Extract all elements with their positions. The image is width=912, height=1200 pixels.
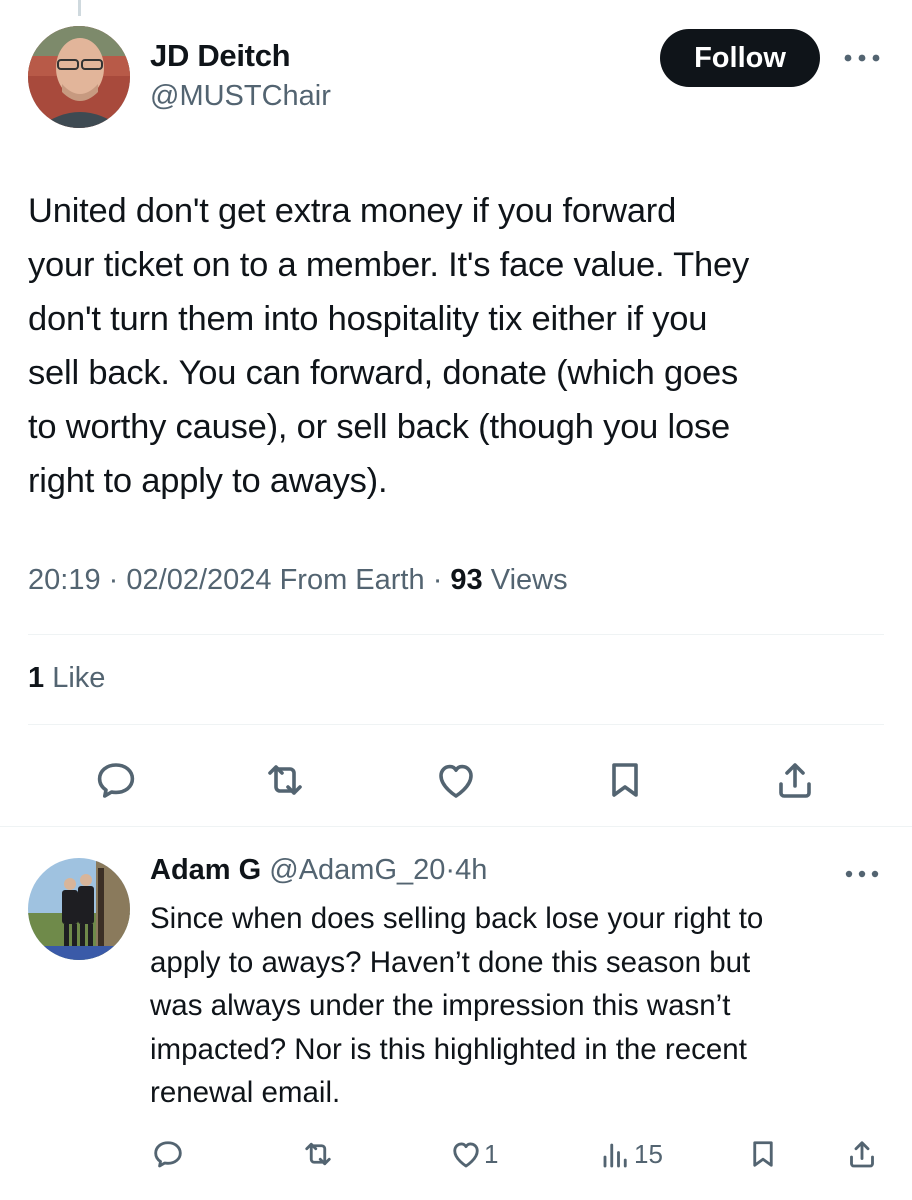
divider [28,724,884,725]
like-icon [453,1142,479,1168]
author-handle[interactable]: @MUSTChair [150,80,331,113]
views-button[interactable]: 15 [598,1132,663,1176]
views-icon [603,1143,627,1168]
tweet-time[interactable]: 20:19 [28,564,101,596]
thread-connector-line [78,0,81,16]
likes-label: Like [52,662,106,694]
author-name[interactable]: JD Deitch [150,38,291,74]
retweet-icon[interactable] [257,752,313,808]
share-icon[interactable] [767,752,823,808]
reply-action-bar: 1 15 [0,1132,912,1176]
views-count: 93 [450,564,483,596]
reply-time[interactable]: 4h [455,854,487,886]
divider [28,634,884,635]
avatar[interactable] [28,26,130,128]
follow-button[interactable]: Follow [660,29,820,87]
tweet-source: From Earth [279,564,425,596]
tweet-date[interactable]: 02/02/2024 [126,564,271,596]
main-tweet-header: JD Deitch @MUSTChair Follow [28,26,884,130]
bookmark-icon[interactable] [745,1132,781,1176]
more-options-icon[interactable] [840,862,884,886]
likes-summary[interactable]: 1 Like [28,662,105,695]
tweet-text: United don't get extra money if you forw… [28,192,750,500]
reply-text: Since when does selling back lose your r… [150,902,764,1109]
share-icon[interactable] [844,1132,880,1176]
reply-views-count: 15 [634,1138,663,1169]
views-label: Views [490,564,568,596]
meta-separator: · [432,564,443,596]
divider [0,826,912,827]
likes-count: 1 [28,662,45,694]
reply-author-name[interactable]: Adam G [150,854,261,886]
tweet-metadata: 20:19 · 02/02/2024 From Earth · 93 Views [28,564,568,597]
retweet-icon[interactable] [300,1132,336,1176]
reply-header: Adam G @AdamG_20·4h [150,854,487,887]
meta-separator: · [108,564,119,596]
like-icon[interactable] [428,752,484,808]
reply-avatar[interactable] [28,858,130,960]
reply-icon[interactable] [150,1132,186,1176]
bookmark-icon[interactable] [597,752,653,808]
reply-likes-count: 1 [484,1138,499,1169]
like-button[interactable]: 1 [448,1132,498,1176]
reply-icon[interactable] [88,752,144,808]
tweet-action-bar [0,752,912,808]
reply-author-handle[interactable]: @AdamG_20 [269,854,445,886]
meta-separator: · [445,854,456,886]
more-options-icon[interactable] [840,46,884,70]
